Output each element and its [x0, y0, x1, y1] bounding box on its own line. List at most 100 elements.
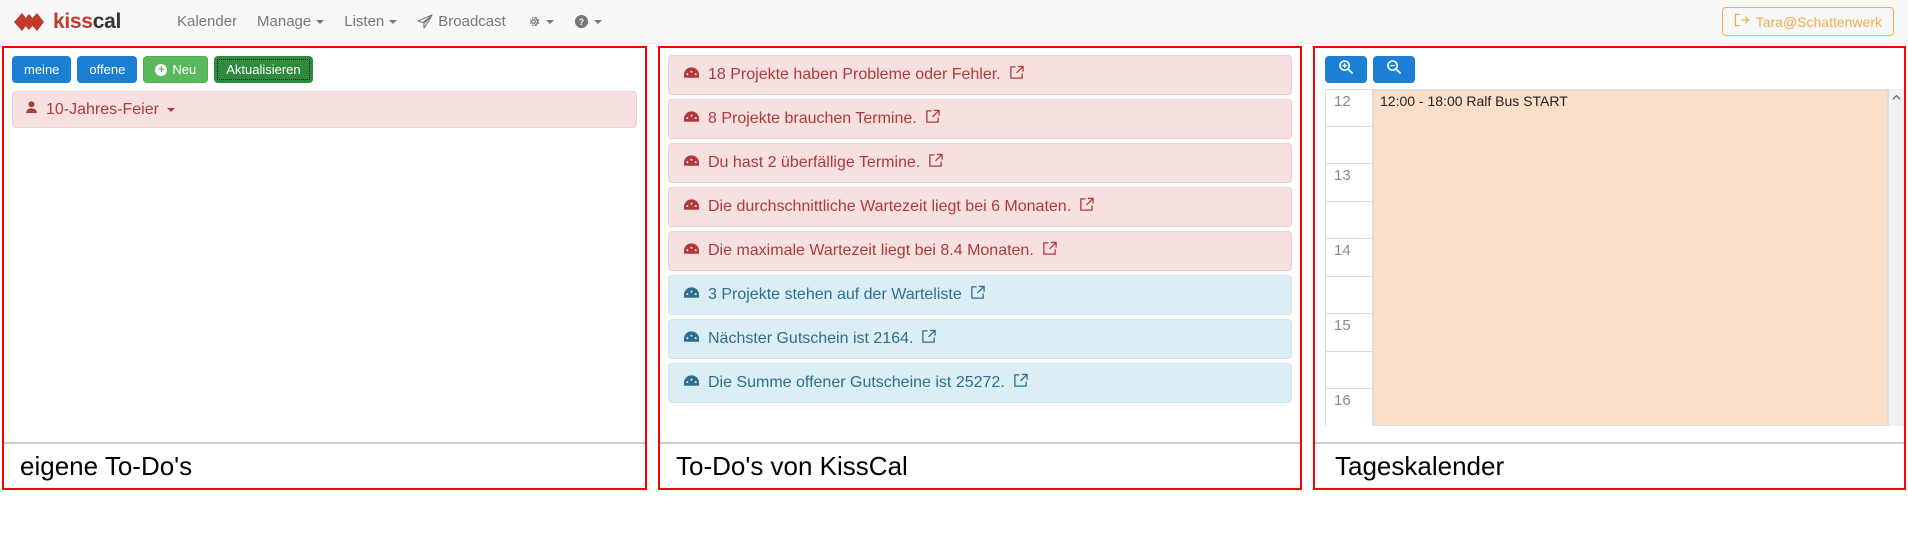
external-link-icon[interactable]: [970, 285, 985, 305]
logout-button[interactable]: Tara@Schattenwerk: [1721, 7, 1894, 36]
chevron-down-icon: [389, 19, 398, 24]
list-item[interactable]: Die maximale Wartezeit liegt bei 8.4 Mon…: [668, 231, 1292, 271]
dashboard-icon: [683, 66, 700, 85]
list-item-label: 10-Jahres-Feier: [46, 100, 159, 118]
alert-text: Die durchschnittliche Wartezeit liegt be…: [708, 198, 1072, 215]
nav-item-kalender[interactable]: Kalender: [177, 13, 237, 30]
kisscal-diamond-icon: [14, 9, 44, 35]
own-todos-caption: eigene To-Do's: [4, 442, 645, 488]
alert-text: 8 Projekte brauchen Termine.: [708, 110, 917, 127]
calendar-event[interactable]: 12:00 - 18:00 Ralf Bus START: [1373, 90, 1888, 426]
own-todos-toolbar: meine offene + Neu Aktualisieren: [4, 48, 645, 89]
calendar-toolbar: [1315, 48, 1904, 89]
nav-links: Kalender Manage Listen Broadcast ?: [177, 13, 602, 30]
filter-meine-button[interactable]: meine: [12, 56, 72, 83]
hour-label: 15: [1325, 314, 1373, 352]
refresh-button[interactable]: Aktualisieren: [214, 56, 313, 83]
panel-kisscal-todos: 18 Projekte haben Probleme oder Fehler. …: [658, 46, 1302, 490]
external-link-icon[interactable]: [921, 329, 937, 349]
svg-text:?: ?: [579, 17, 584, 27]
brand-name-part2: cal: [92, 9, 122, 33]
nav-item-listen[interactable]: Listen: [344, 13, 398, 30]
alert-text: 18 Projekte haben Probleme oder Fehler.: [708, 66, 1001, 83]
dashboard-icon: [683, 198, 700, 217]
zoom-in-button[interactable]: [1325, 56, 1367, 83]
nav-item-help[interactable]: ?: [574, 14, 602, 29]
list-item[interactable]: Du hast 2 überfällige Termine.: [668, 143, 1292, 183]
top-navbar: kisscal Kalender Manage Listen Broadcast: [0, 0, 1908, 44]
list-item[interactable]: 8 Projekte brauchen Termine.: [668, 99, 1292, 139]
filter-meine-label: meine: [24, 62, 60, 77]
half-hour-cell[interactable]: [1325, 276, 1373, 314]
list-item[interactable]: 10-Jahres-Feier: [12, 91, 637, 128]
nav-item-broadcast[interactable]: Broadcast: [417, 13, 506, 30]
calendar-scrollbar[interactable]: [1888, 89, 1904, 426]
half-hour-cell[interactable]: [1325, 201, 1373, 239]
brand-name-part1: kiss: [53, 9, 93, 33]
brand-logo[interactable]: kisscal: [14, 9, 121, 35]
nav-item-settings[interactable]: [526, 14, 554, 29]
zoom-out-icon: [1386, 59, 1402, 80]
filter-offene-button[interactable]: offene: [77, 56, 138, 83]
sign-out-icon: [1734, 13, 1750, 30]
user-icon: [25, 100, 38, 119]
external-link-icon[interactable]: [1042, 241, 1057, 261]
hour-label: 14: [1325, 239, 1373, 277]
dashboard-icon: [683, 110, 700, 129]
list-item[interactable]: Die durchschnittliche Wartezeit liegt be…: [668, 187, 1292, 227]
hour-label: 12: [1325, 89, 1373, 127]
nav-item-listen-label: Listen: [344, 13, 385, 30]
external-link-icon[interactable]: [1079, 197, 1094, 217]
help-circle-icon: ?: [574, 14, 589, 29]
chevron-up-icon[interactable]: [1889, 89, 1904, 105]
refresh-label: Aktualisieren: [226, 62, 301, 77]
list-item[interactable]: Nächster Gutschein ist 2164.: [668, 319, 1292, 359]
day-calendar-body: 12 13 14 15 16 12:00 - 18:00 Ralf Bus ST…: [1315, 48, 1904, 442]
hour-label: 13: [1325, 164, 1373, 202]
alert-text: 3 Projekte stehen auf der Warteliste: [708, 286, 962, 303]
plus-circle-icon: +: [155, 63, 168, 76]
list-item[interactable]: 3 Projekte stehen auf der Warteliste: [668, 275, 1292, 315]
zoom-out-button[interactable]: [1373, 56, 1415, 83]
hour-axis: 12 13 14 15 16: [1325, 89, 1373, 426]
external-link-icon[interactable]: [925, 109, 940, 129]
new-todo-button[interactable]: + Neu: [143, 56, 209, 83]
list-item[interactable]: Die Summe offener Gutscheine ist 25272.: [668, 363, 1292, 403]
alert-text: Du hast 2 überfällige Termine.: [708, 154, 921, 171]
alert-list: 18 Projekte haben Probleme oder Fehler. …: [660, 48, 1300, 403]
kisscal-todos-body: 18 Projekte haben Probleme oder Fehler. …: [660, 48, 1300, 442]
dashboard-icon: [683, 374, 700, 393]
panel-day-calendar: 12 13 14 15 16 12:00 - 18:00 Ralf Bus ST…: [1313, 46, 1906, 490]
day-calendar-caption: Tageskalender: [1315, 442, 1904, 488]
nav-item-manage[interactable]: Manage: [257, 13, 325, 30]
new-todo-label: Neu: [172, 62, 197, 77]
panel-own-todos: meine offene + Neu Aktualisieren 10-Jahr…: [2, 46, 647, 490]
external-link-icon[interactable]: [928, 153, 943, 173]
nav-item-broadcast-label: Broadcast: [438, 13, 506, 30]
kisscal-todos-caption: To-Do's von KissCal: [660, 442, 1300, 488]
chevron-down-icon: [545, 19, 554, 24]
calendar-event-label: 12:00 - 18:00 Ralf Bus START: [1380, 93, 1568, 109]
scrollbar-thumb[interactable]: [1891, 107, 1902, 424]
event-column[interactable]: 12:00 - 18:00 Ralf Bus START: [1373, 89, 1888, 426]
dashboard-icon: [683, 242, 700, 261]
half-hour-cell[interactable]: [1325, 126, 1373, 164]
hour-label: 16: [1325, 389, 1373, 426]
paper-plane-icon: [417, 14, 433, 29]
dashboard-stage: meine offene + Neu Aktualisieren 10-Jahr…: [0, 44, 1908, 550]
dashboard-icon: [683, 154, 700, 173]
alert-text: Die maximale Wartezeit liegt bei 8.4 Mon…: [708, 242, 1034, 259]
day-calendar-grid: 12 13 14 15 16 12:00 - 18:00 Ralf Bus ST…: [1325, 89, 1904, 426]
alert-text: Nächster Gutschein ist 2164.: [708, 330, 914, 347]
list-item[interactable]: 18 Projekte haben Probleme oder Fehler.: [668, 55, 1292, 95]
dashboard-icon: [683, 286, 700, 305]
own-todos-body: meine offene + Neu Aktualisieren 10-Jahr…: [4, 48, 645, 442]
external-link-icon[interactable]: [1013, 373, 1028, 393]
nav-item-manage-label: Manage: [257, 13, 312, 30]
chevron-down-icon: [166, 107, 175, 112]
external-link-icon[interactable]: [1009, 65, 1024, 85]
half-hour-cell[interactable]: [1325, 351, 1373, 389]
logout-label: Tara@Schattenwerk: [1755, 13, 1882, 30]
dashboard-icon: [683, 330, 700, 349]
filter-offene-label: offene: [89, 62, 126, 77]
